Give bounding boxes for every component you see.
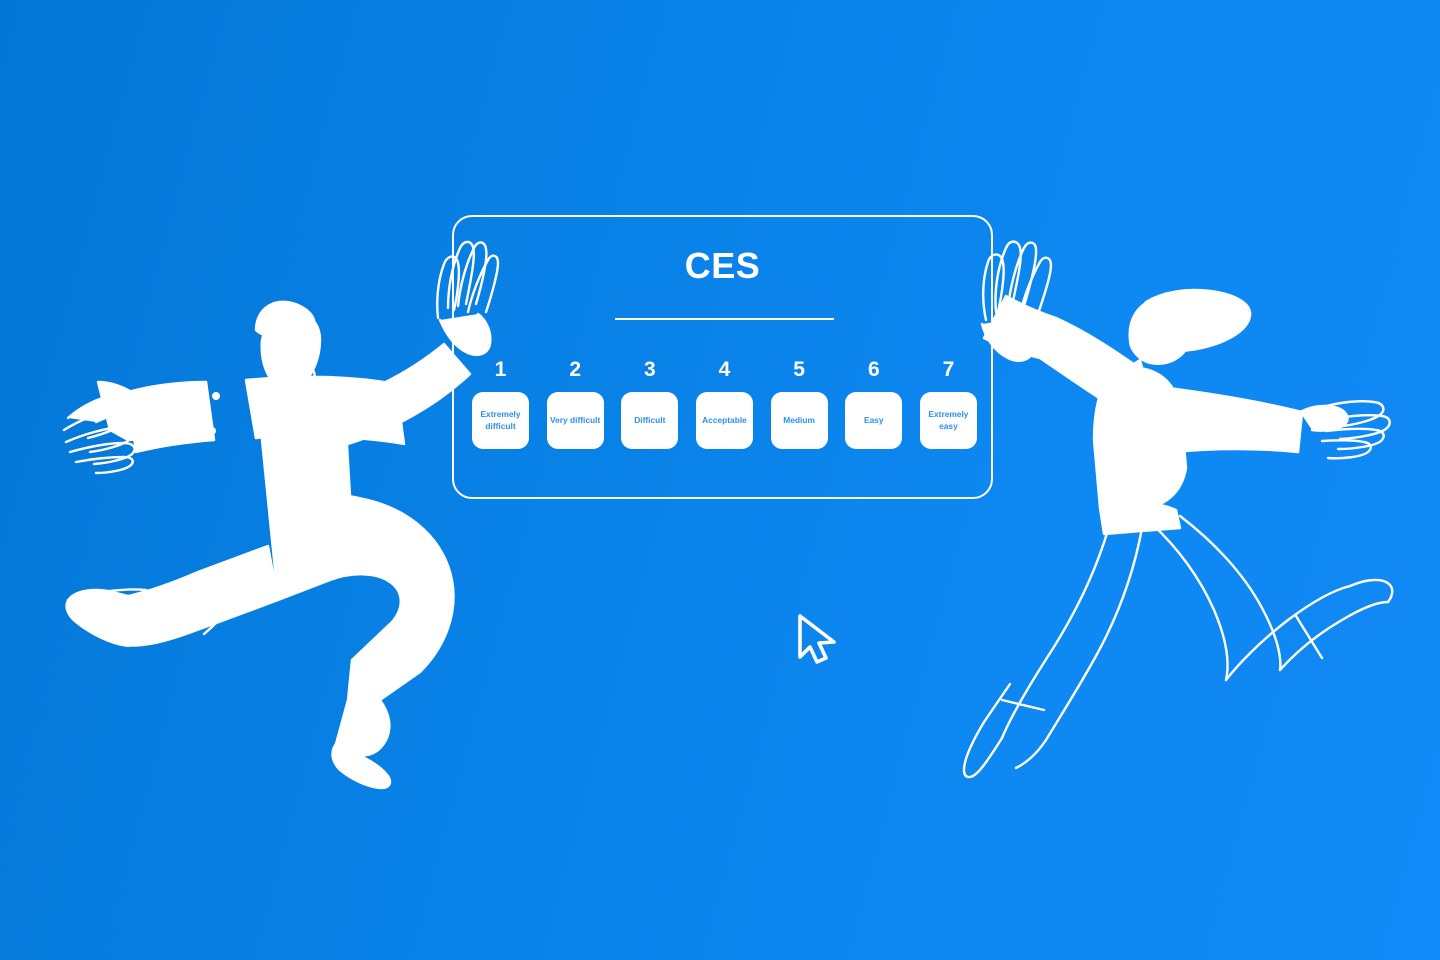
scale-number-5: 5 — [793, 358, 805, 381]
scale-number-7: 7 — [942, 358, 955, 381]
ces-survey-scene: CES 1 Extremely difficult 2 Very difficu… — [0, 0, 1440, 960]
scale-number-4: 4 — [718, 358, 731, 381]
scale-option-4[interactable]: 4 Acceptable — [695, 358, 753, 449]
scale-number-3: 3 — [643, 358, 656, 381]
scale-number-1: 1 — [494, 358, 507, 381]
ces-scale-row: 1 Extremely difficult 2 Very difficult 3… — [472, 359, 977, 449]
scale-card-5[interactable]: Medium — [770, 392, 828, 449]
scale-number-2: 2 — [569, 358, 581, 381]
scale-card-1[interactable]: Extremely difficult — [472, 392, 529, 449]
page-title: CES — [684, 245, 761, 286]
scale-card-6[interactable]: Easy — [845, 392, 903, 449]
scale-option-1[interactable]: 1 Extremely difficult — [472, 359, 529, 449]
scale-card-4[interactable]: Acceptable — [695, 392, 753, 449]
scale-option-5[interactable]: 5 Medium — [770, 358, 828, 449]
scale-number-6: 6 — [867, 358, 880, 381]
title-divider — [615, 318, 834, 320]
scale-card-2[interactable]: Very difficult — [546, 392, 604, 449]
scale-card-3[interactable]: Difficult — [621, 392, 679, 449]
scale-option-2[interactable]: 2 Very difficult — [546, 358, 604, 449]
scale-option-7[interactable]: 7 Extremely easy — [919, 358, 977, 449]
scale-option-6[interactable]: 6 Easy — [845, 358, 903, 449]
scale-card-7[interactable]: Extremely easy — [919, 392, 977, 449]
ces-survey-panel: CES 1 Extremely difficult 2 Very difficu… — [452, 215, 993, 499]
arrow-pointer-icon — [798, 614, 836, 664]
scale-option-3[interactable]: 3 Difficult — [621, 358, 679, 449]
